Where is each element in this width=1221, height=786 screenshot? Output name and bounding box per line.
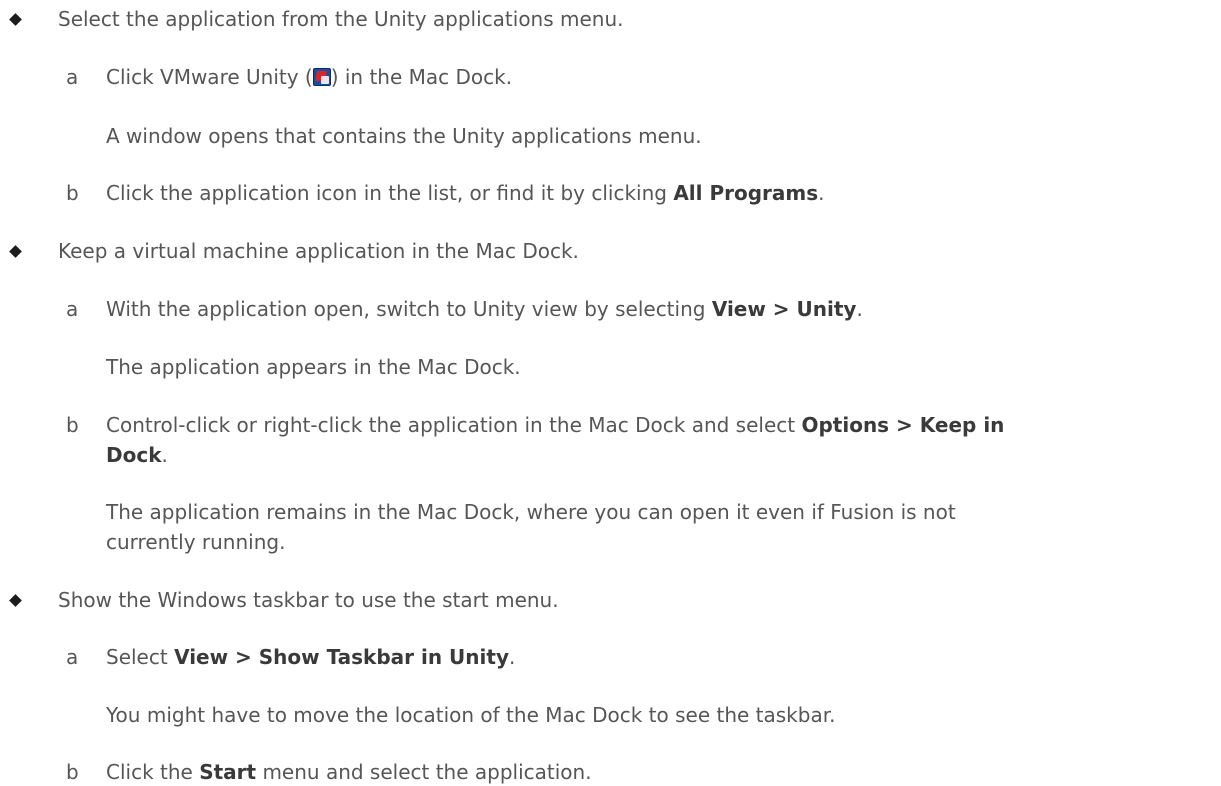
step-text-continuation: Dock.	[106, 440, 168, 470]
bullet-text: Show the Windows taskbar to use the star…	[58, 588, 559, 612]
step-text: Click the Start menu and select the appl…	[106, 757, 592, 786]
step-text-part: Select	[106, 645, 175, 669]
step-letter: b	[66, 181, 79, 205]
step-text-part: Click the	[106, 760, 200, 784]
step-letter: b	[66, 413, 79, 437]
step-text-part: .	[818, 181, 825, 205]
menu-path: Dock	[106, 443, 162, 467]
vmware-unity-icon	[312, 68, 331, 86]
step-letter: a	[66, 297, 79, 321]
step-letter: b	[66, 760, 79, 784]
step-text: Click VMware Unity ( ) in the Mac Dock.	[106, 62, 512, 92]
bullet-diamond-icon	[9, 13, 22, 26]
step-text: With the application open, switch to Uni…	[106, 294, 863, 324]
step-text-part: .	[508, 645, 516, 669]
step-letter: a	[66, 645, 79, 669]
step-text: Control-click or right-click the applica…	[106, 410, 1004, 440]
step-text-part: Control-click or right-click the applica…	[106, 413, 802, 437]
step-text-part: With the application open, switch to Uni…	[106, 297, 712, 321]
step-text-part: menu and select the application.	[256, 760, 592, 784]
bullet-diamond-icon	[9, 594, 22, 607]
step-result: The application remains in the Mac Dock,…	[106, 500, 956, 524]
step-text-part: .	[161, 443, 168, 467]
bullet-text: Keep a virtual machine application in th…	[58, 239, 579, 263]
bullet-text: Select the application from the Unity ap…	[58, 7, 624, 31]
step-result: You might have to move the location of t…	[106, 703, 836, 727]
step-text: Select View > Show Taskbar in Unity.	[106, 642, 515, 672]
step-text: Click the application icon in the list, …	[106, 178, 825, 208]
menu-path: View > Show Taskbar in Unity	[174, 645, 509, 669]
menu-path: All Programs	[673, 181, 819, 205]
step-text-part: ) in the Mac Dock.	[330, 65, 513, 89]
bullet-diamond-icon	[9, 245, 22, 258]
step-result: currently running.	[106, 530, 286, 554]
menu-path: Start	[199, 760, 257, 784]
menu-path: View > Unity	[711, 297, 857, 321]
step-text-part: .	[856, 297, 863, 321]
step-text-part: Click VMware Unity (	[106, 65, 313, 89]
step-result: The application appears in the Mac Dock.	[106, 355, 521, 379]
step-letter: a	[66, 65, 79, 89]
menu-path: Options > Keep in	[801, 413, 1005, 437]
step-text-part: Click the application icon in the list, …	[106, 181, 674, 205]
step-result: A window opens that contains the Unity a…	[106, 124, 702, 148]
